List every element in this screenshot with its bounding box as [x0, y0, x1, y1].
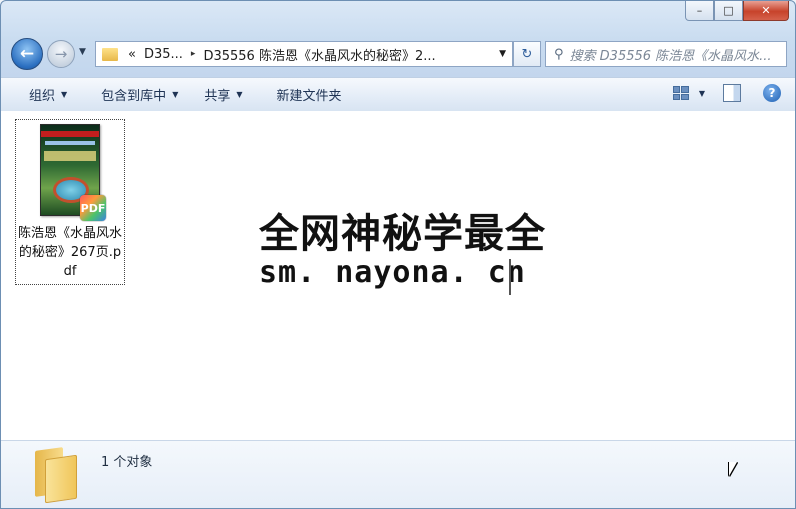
maximize-icon: □ [723, 4, 734, 17]
breadcrumb-item-current[interactable]: D35556 陈浩恩《水晶风水的秘密》2... [203, 45, 435, 64]
preview-pane-icon[interactable] [723, 84, 741, 102]
toolbar-right: ▼ ? [672, 84, 781, 102]
refresh-icon: ↻ [521, 46, 533, 62]
new-folder-button[interactable]: 新建文件夹 [257, 85, 356, 104]
refresh-button[interactable]: ↻ [513, 41, 541, 67]
file-list-area[interactable]: PDF 陈浩恩《水晶风水的秘密》267页.pdf 全网神秘学最全 sm. nay… [1, 111, 795, 440]
chevron-down-icon: ▼ [79, 47, 86, 57]
organize-label: 组织 [29, 89, 56, 104]
command-bar: 组织 ▼ 包含到库中 ▼ 共享 ▼ 新建文件夹 ▼ ? [1, 77, 795, 112]
explorer-window: – □ ✕ ← → ▼ « D35... ▸ D35556 陈浩恩《水晶风水的秘… [0, 0, 796, 509]
search-placeholder: 搜索 D35556 陈浩恩《水晶风水... [569, 48, 772, 64]
chevron-down-icon: ▼ [499, 49, 506, 59]
new-folder-label: 新建文件夹 [276, 89, 342, 104]
close-icon: ✕ [761, 4, 771, 17]
breadcrumb-separator-icon[interactable]: ▸ [191, 49, 196, 59]
breadcrumb-item-parent[interactable]: D35... [144, 47, 183, 62]
change-view-icon[interactable] [672, 86, 689, 100]
minimize-button[interactable]: – [685, 1, 714, 21]
arrow-left-icon: ← [19, 44, 35, 64]
close-button[interactable]: ✕ [743, 1, 789, 21]
folder-icon [102, 47, 118, 61]
file-name-label: 陈浩恩《水晶风水的秘密》267页.pdf [18, 226, 123, 279]
address-bar[interactable]: « D35... ▸ D35556 陈浩恩《水晶风水的秘密》2... ▼ [95, 41, 513, 67]
forward-button[interactable]: → [47, 40, 75, 68]
help-icon[interactable]: ? [763, 84, 781, 102]
view-options-dropdown[interactable]: ▼ [699, 89, 705, 98]
search-input[interactable]: ⚲ 搜索 D35556 陈浩恩《水晶风水... [545, 41, 787, 67]
minimize-icon: – [696, 4, 703, 17]
watermark-overlay: 全网神秘学最全 sm. nayona. cn [253, 197, 549, 301]
chevron-down-icon: ▼ [172, 90, 179, 99]
caption-buttons: – □ ✕ [685, 1, 789, 21]
recent-pages-dropdown[interactable]: ▼ [79, 47, 86, 57]
back-button[interactable]: ← [11, 38, 43, 70]
include-in-library-label: 包含到库中 [101, 89, 167, 104]
text-caret [509, 259, 511, 295]
chevron-down-icon: ▼ [61, 90, 68, 99]
watermark-url: sm. nayona. cn [259, 255, 526, 290]
include-in-library-button[interactable]: 包含到库中 ▼ [81, 85, 192, 104]
item-count-label: 1 个对象 [101, 455, 153, 470]
watermark-title: 全网神秘学最全 [259, 211, 546, 257]
breadcrumb-overflow[interactable]: « [128, 47, 136, 62]
maximize-button[interactable]: □ [714, 1, 743, 21]
details-pane: 1 个对象 [1, 440, 795, 508]
share-button[interactable]: 共享 ▼ [192, 85, 256, 104]
help-glyph: ? [768, 86, 776, 100]
mouse-pointer-icon [729, 462, 737, 476]
chevron-down-icon: ▼ [236, 90, 243, 99]
file-item[interactable]: PDF 陈浩恩《水晶风水的秘密》267页.pdf [15, 119, 125, 285]
share-label: 共享 [204, 89, 231, 104]
arrow-right-icon: → [54, 45, 68, 63]
organize-button[interactable]: 组织 ▼ [1, 85, 81, 104]
pdf-file-icon: PDF [80, 195, 106, 221]
address-dropdown-button[interactable]: ▼ [492, 49, 512, 59]
pdf-badge-label: PDF [80, 201, 106, 215]
folder-icon [31, 447, 77, 504]
search-icon: ⚲ [554, 46, 564, 62]
